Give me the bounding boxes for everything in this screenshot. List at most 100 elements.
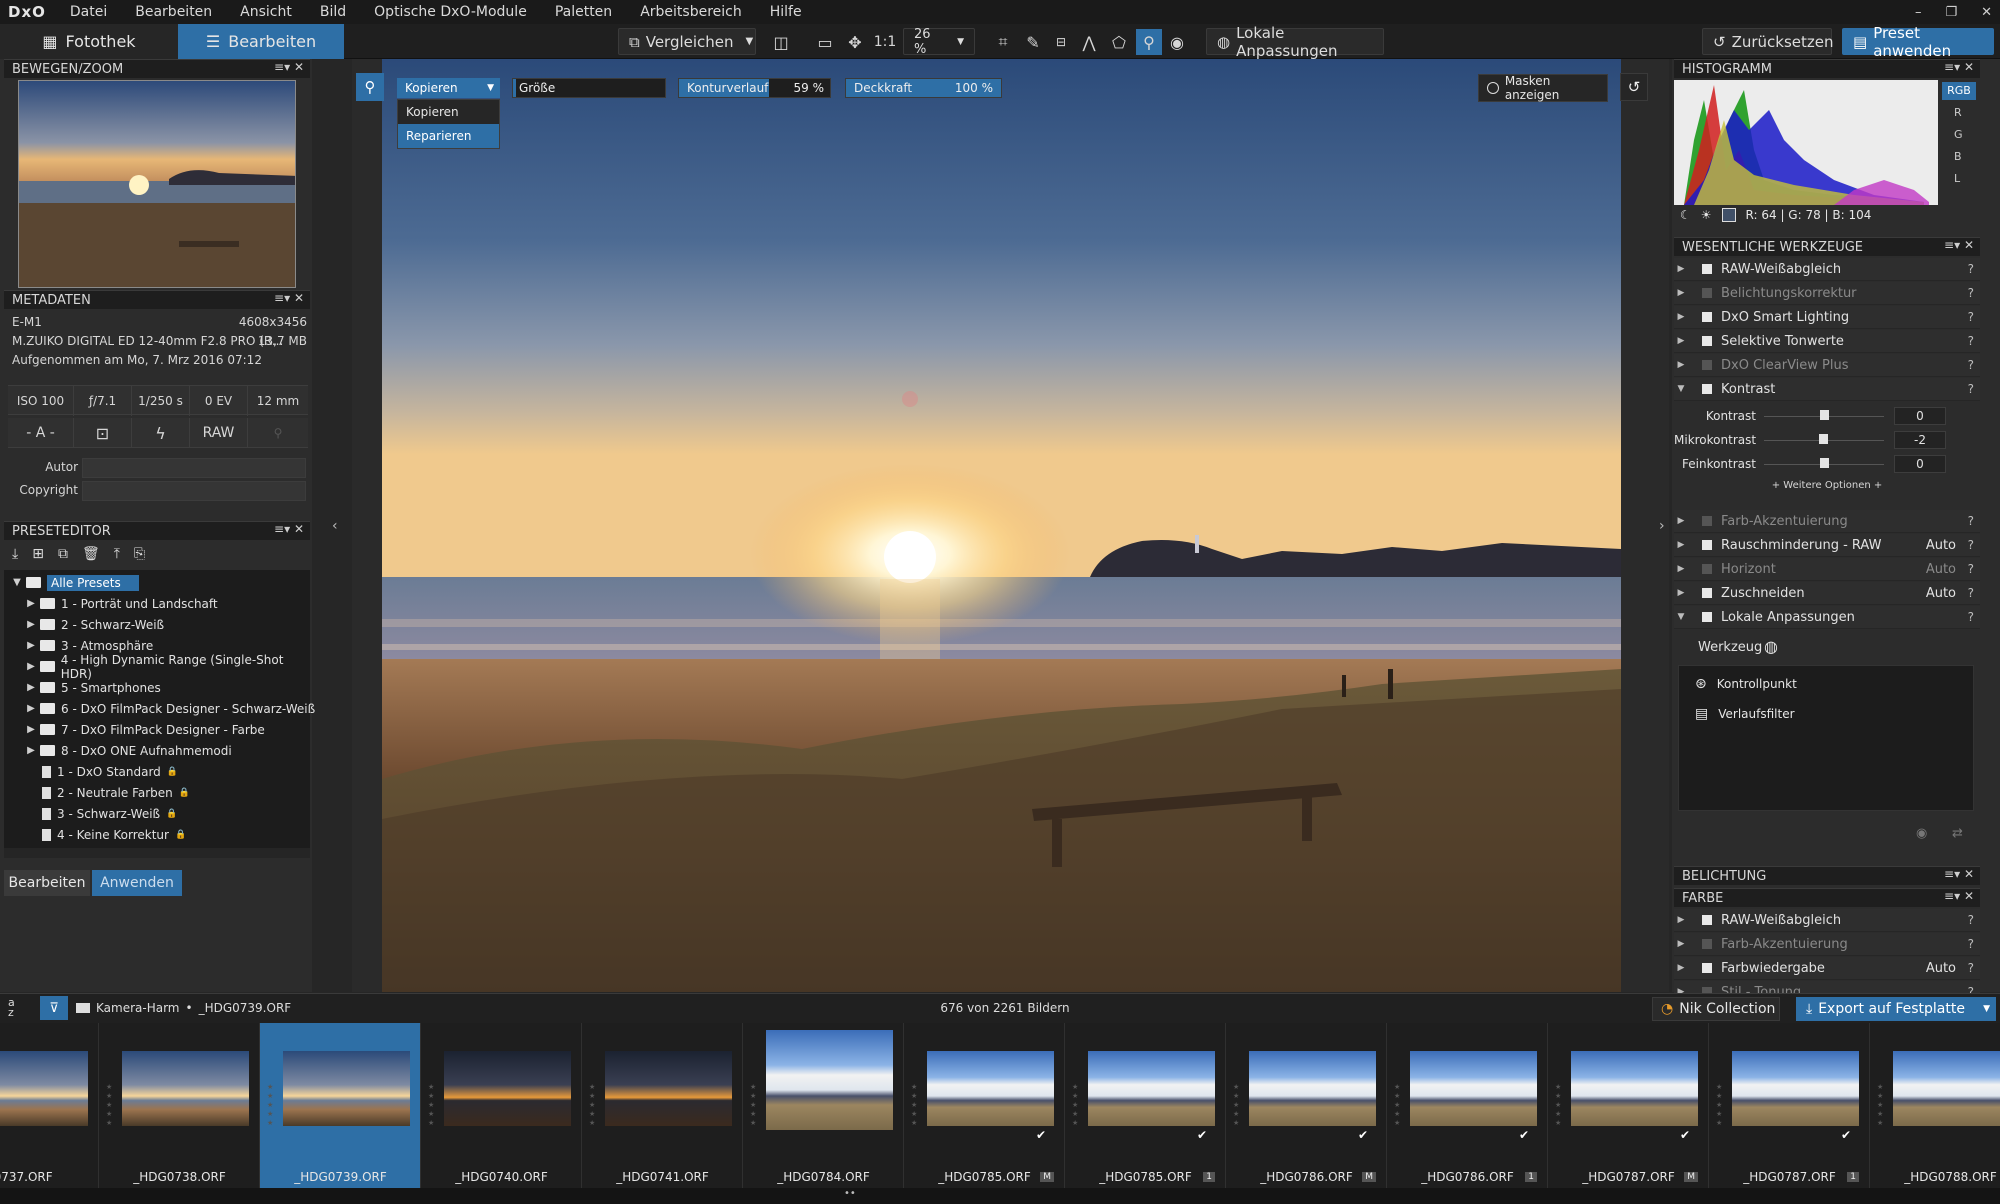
tool-enable-checkbox[interactable] [1702, 264, 1712, 274]
breadcrumb-folder[interactable]: Kamera-Harm [96, 1001, 180, 1015]
panel-menu-icon[interactable]: ≡▾ ✕ [274, 60, 304, 74]
thumbnail[interactable]: ★ ★ ★ ★ ★ _HDG0785.ORF 1 ✔ [1065, 1023, 1226, 1188]
crop-icon[interactable]: ⌗ [990, 29, 1016, 55]
channel-r[interactable]: R [1954, 106, 1962, 119]
nik-collection-button[interactable]: ◔ Nik Collection [1652, 997, 1780, 1021]
chevron-right-icon[interactable]: ▶ [1674, 264, 1688, 274]
menu-help[interactable]: Hilfe [756, 4, 816, 20]
tool-enable-checkbox[interactable] [1702, 564, 1712, 574]
rating-stars[interactable]: ★ ★ ★ ★ ★ [1716, 1083, 1724, 1128]
menu-palettes[interactable]: Paletten [541, 4, 626, 20]
rating-stars[interactable]: ★ ★ ★ ★ ★ [750, 1083, 758, 1128]
minimize-icon[interactable]: – [1915, 5, 1922, 20]
tool-row[interactable]: ▶ Selektive Tonwerte? [1674, 330, 1980, 353]
rating-stars[interactable]: ★ ★ ★ ★ ★ [106, 1083, 114, 1128]
tool-enable-checkbox[interactable] [1702, 588, 1712, 598]
rating-stars[interactable]: ★ ★ ★ ★ ★ [1877, 1083, 1885, 1128]
contrast-slider[interactable]: Feinkontrast 0 [1674, 452, 1980, 476]
menu-view[interactable]: Ansicht [226, 4, 306, 20]
thumbnail[interactable]: ★ ★ ★ ★ ★ _HDG0787.ORF 1 ✔ [1709, 1023, 1870, 1188]
chevron-right-icon[interactable]: ▶ [24, 619, 38, 630]
help-icon[interactable]: ? [1968, 610, 1974, 624]
fit-screen-icon[interactable]: ▭ [812, 29, 838, 55]
help-icon[interactable]: ? [1968, 286, 1974, 300]
panel-menu-icon[interactable]: ≡▾ ✕ [1944, 238, 1974, 252]
tool-row[interactable]: ▶ Rauschminderung - RAW Auto? [1674, 534, 1980, 557]
trash-icon[interactable]: 🗑 [82, 546, 100, 562]
import-icon[interactable]: ⤓ [12, 546, 18, 562]
tool-row[interactable]: ▼ Kontrast? [1674, 378, 1980, 401]
tool-enable-checkbox[interactable] [1702, 915, 1712, 925]
rating-stars[interactable]: ★ ★ ★ ★ ★ [589, 1083, 597, 1128]
thumbnail[interactable]: ★ ★ ★ ★ ★ _HDG0786.ORF 1 ✔ [1387, 1023, 1548, 1188]
tool-enable-checkbox[interactable] [1702, 612, 1712, 622]
polygon-icon[interactable]: ⬠ [1106, 29, 1132, 55]
local-adjust-button[interactable]: ◍ Lokale Anpassungen [1206, 24, 1384, 60]
sun-icon[interactable]: ☀ [1701, 208, 1712, 222]
size-slider[interactable]: Größe [512, 78, 666, 98]
chevron-right-icon[interactable]: ▶ [1674, 915, 1688, 925]
tool-row[interactable]: ▶ DxO Smart Lighting? [1674, 306, 1980, 329]
mode-select[interactable]: Kopieren ▼ [397, 78, 500, 98]
navigator-preview[interactable] [18, 80, 296, 288]
moon-icon[interactable]: ☾ [1680, 208, 1691, 222]
chevron-down-icon[interactable]: ▼ [10, 577, 24, 588]
chevron-right-icon[interactable]: ▶ [24, 661, 38, 672]
tool-enable-checkbox[interactable] [1702, 963, 1712, 973]
thumbnail[interactable]: ★ ★ ★ ★ ★ _HDG0786.ORF M ✔ [1226, 1023, 1387, 1188]
thumbnail[interactable]: ★ ★ ★ ★ ★ _HDG0787.ORF M ✔ [1548, 1023, 1709, 1188]
collapse-left-icon[interactable]: ‹ [332, 518, 338, 534]
chevron-right-icon[interactable]: ▶ [1674, 360, 1688, 370]
mask-eye-icon[interactable]: ◉ [1916, 826, 1927, 841]
preset-folder[interactable]: ▶ 6 - DxO FilmPack Designer - Schwarz-Wei… [4, 698, 316, 719]
thumbnail[interactable]: ★ ★ ★ ★ ★ _HDG0784.ORF [743, 1023, 904, 1188]
help-icon[interactable]: ? [1968, 310, 1974, 324]
preset-folder[interactable]: ▶ 8 - DxO ONE Aufnahmemodi [4, 740, 316, 761]
one-to-one-button[interactable]: 1:1 [872, 29, 898, 55]
control-point-item[interactable]: ⊛ Kontrollpunkt [1695, 676, 1797, 692]
slider-value[interactable]: 0 [1894, 455, 1946, 473]
help-icon[interactable]: ? [1968, 562, 1974, 576]
tool-row[interactable]: ▶ Horizont Auto? [1674, 558, 1980, 581]
preset-scrollbar[interactable] [4, 848, 310, 858]
chevron-right-icon[interactable]: ▶ [1674, 939, 1688, 949]
chevron-right-icon[interactable]: ▶ [1674, 963, 1688, 973]
tool-enable-checkbox[interactable] [1702, 336, 1712, 346]
rating-stars[interactable]: ★ ★ ★ ★ ★ [1233, 1083, 1241, 1128]
tool-enable-checkbox[interactable] [1702, 939, 1712, 949]
chevron-right-icon[interactable]: ▶ [24, 745, 38, 756]
channel-g[interactable]: G [1954, 128, 1963, 141]
preset-item[interactable]: 4 - Keine Korrektur 🔒 [4, 824, 316, 845]
collapse-right-icon[interactable]: › [1659, 518, 1665, 534]
chevron-right-icon[interactable]: ▶ [1674, 564, 1688, 574]
slider-value[interactable]: -2 [1894, 431, 1946, 449]
rating-stars[interactable]: ★ ★ ★ ★ ★ [1555, 1083, 1563, 1128]
tool-enable-checkbox[interactable] [1702, 384, 1712, 394]
filter-icon[interactable]: ⊽ [40, 996, 68, 1020]
tool-row[interactable]: ▶ Farb-Akzentuierung? [1674, 933, 1980, 956]
panel-menu-icon[interactable]: ≡▾ ✕ [1944, 60, 1974, 74]
menu-image[interactable]: Bild [306, 4, 360, 20]
tool-row[interactable]: ▶ Farbwiedergabe Auto? [1674, 957, 1980, 980]
perspective-icon[interactable]: ⋀ [1076, 29, 1102, 55]
help-icon[interactable]: ? [1968, 358, 1974, 372]
panel-menu-icon[interactable]: ≡▾ ✕ [1944, 889, 1974, 903]
rating-stars[interactable]: ★ ★ ★ ★ ★ [911, 1083, 919, 1128]
chevron-right-icon[interactable]: ▶ [24, 724, 38, 735]
help-icon[interactable]: ? [1968, 913, 1974, 927]
preset-edit-tab[interactable]: Bearbeiten [4, 870, 90, 896]
tool-row[interactable]: ▶ RAW-Weißabgleich? [1674, 258, 1980, 281]
swap-icon[interactable]: ⇄ [1952, 826, 1963, 841]
feather-slider[interactable]: Konturverlauf 59 % [678, 78, 831, 98]
tab-library[interactable]: ▦ Fotothek [0, 24, 178, 59]
tool-enable-checkbox[interactable] [1702, 288, 1712, 298]
preset-root[interactable]: ▼ Alle Presets [4, 572, 316, 593]
preset-apply-tab[interactable]: Anwenden [92, 870, 182, 896]
tool-row[interactable]: ▶ Belichtungskorrektur? [1674, 282, 1980, 305]
channel-rgb[interactable]: RGB [1942, 82, 1976, 100]
help-icon[interactable]: ? [1968, 961, 1974, 975]
chevron-right-icon[interactable]: ▶ [24, 682, 38, 693]
opacity-slider[interactable]: Deckkraft 100 % [845, 78, 1002, 98]
preset-item[interactable]: 3 - Schwarz-Weiß 🔒 [4, 803, 316, 824]
chevron-right-icon[interactable]: ▶ [1674, 312, 1688, 322]
